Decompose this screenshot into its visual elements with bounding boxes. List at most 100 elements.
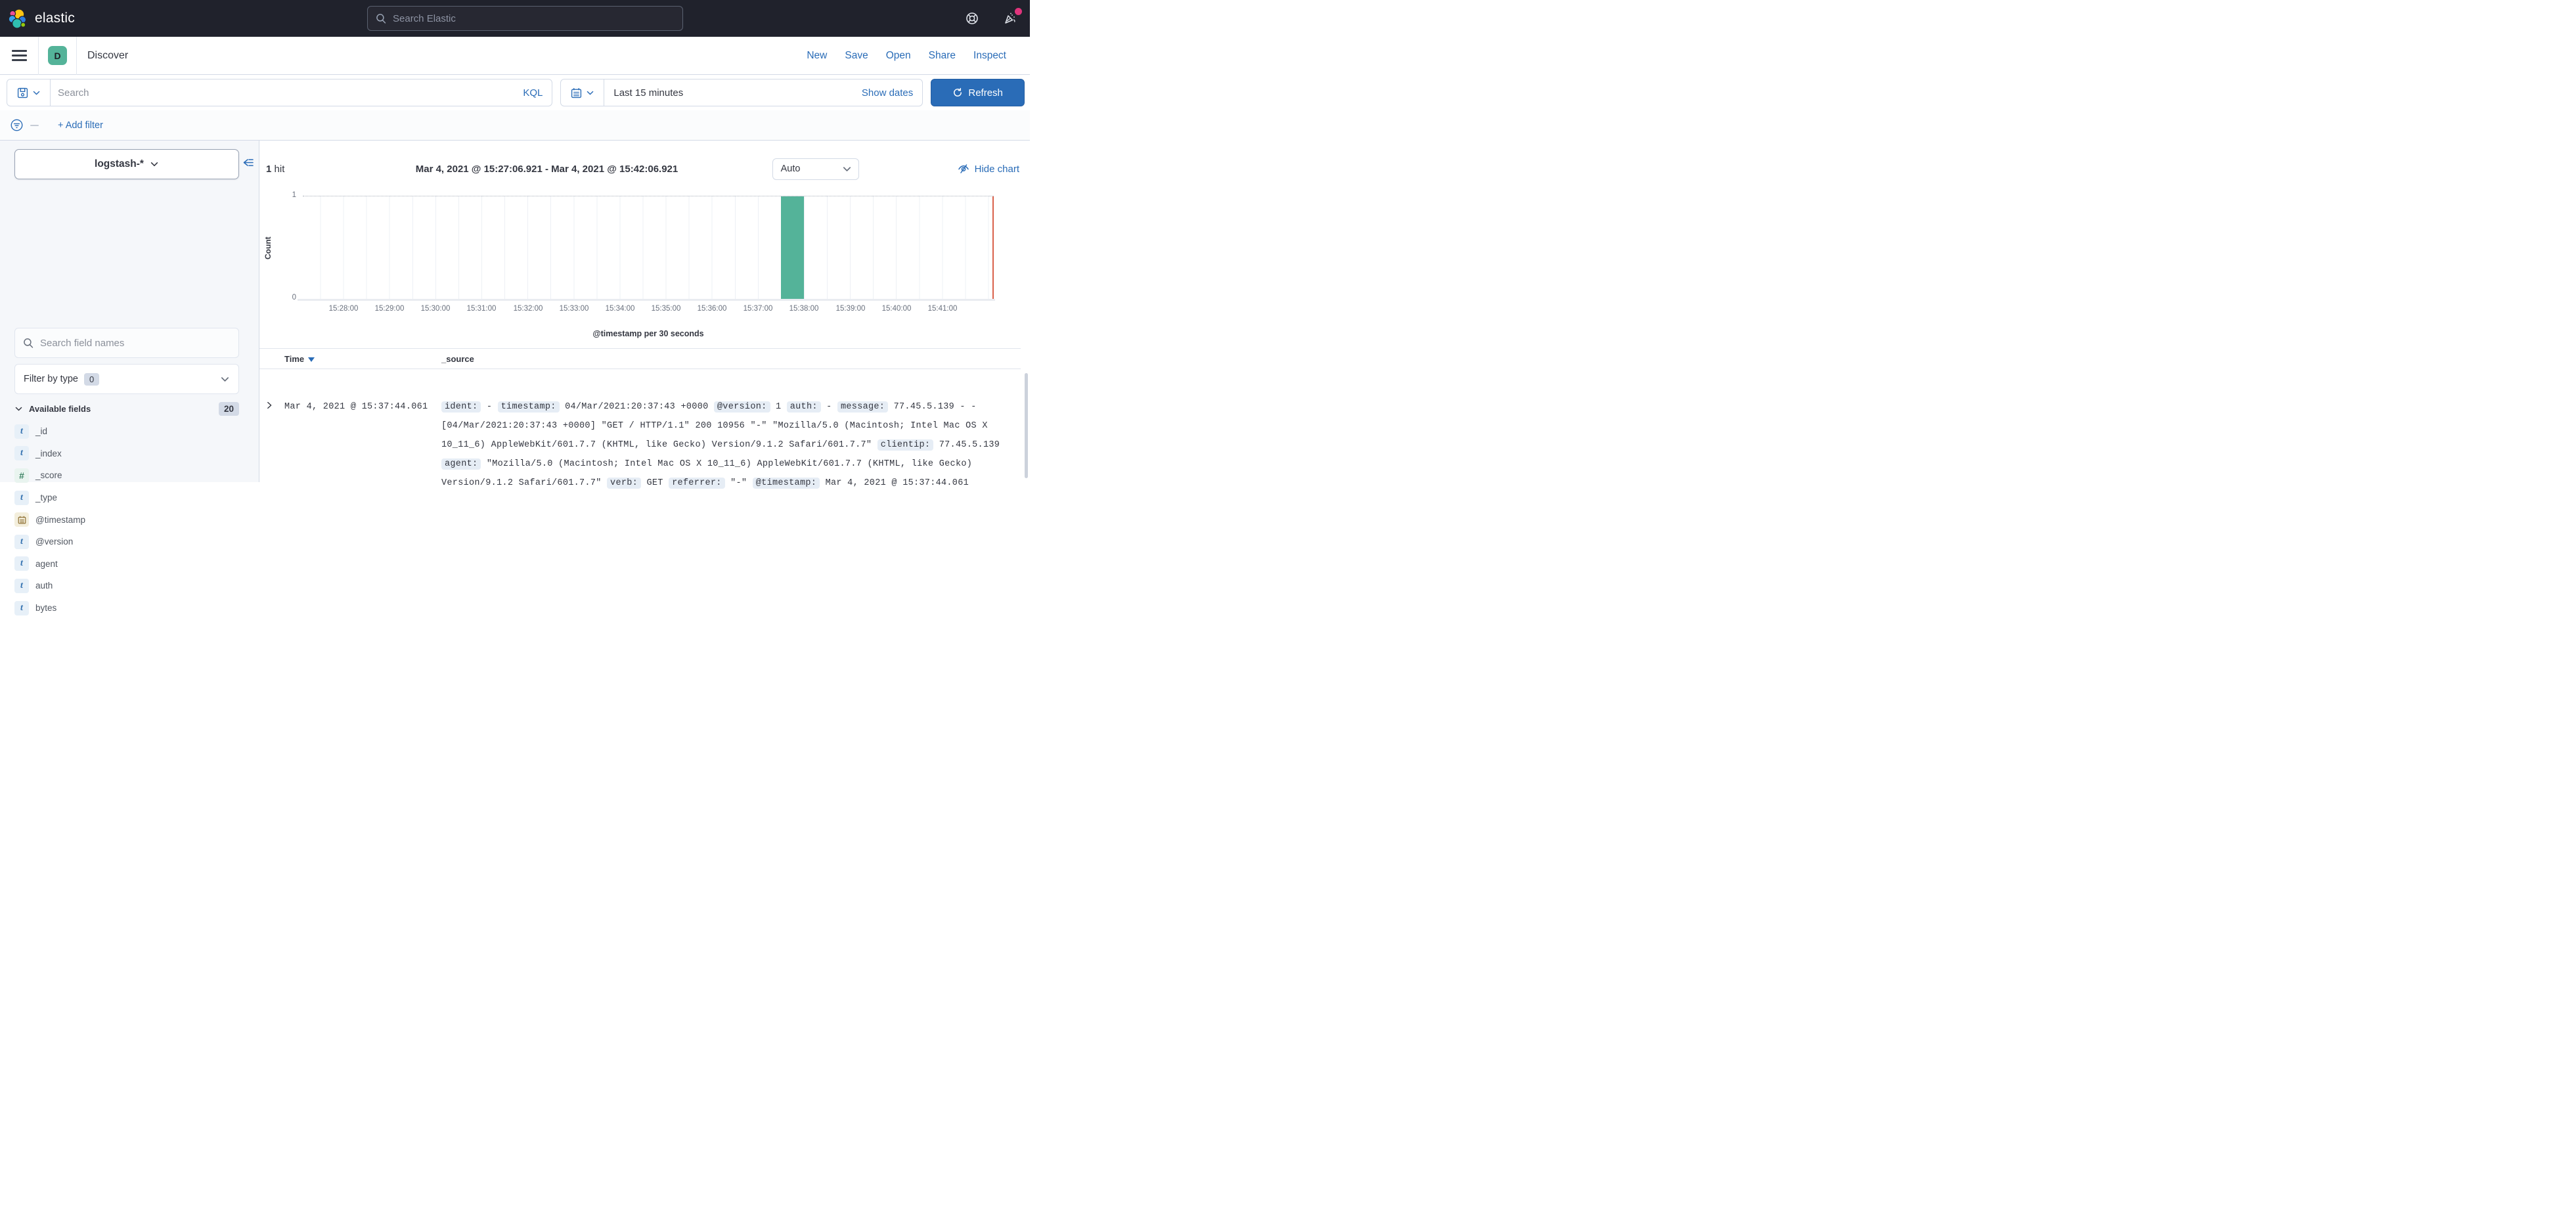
add-filter-button[interactable]: + Add filter (58, 120, 103, 131)
hide-chart-button[interactable]: Hide chart (958, 164, 1019, 175)
field-item[interactable]: @timestamp (14, 508, 239, 531)
field-label-badge: ident: (441, 401, 481, 413)
query-bar: Search KQL Last 15 minutes Show dates (0, 75, 1030, 110)
discover-main: 1 hit Mar 4, 2021 @ 15:27:06.921 - Mar 4… (259, 141, 1030, 482)
column-header-time[interactable]: Time (284, 349, 315, 370)
kql-toggle[interactable]: KQL (523, 87, 552, 99)
hit-count: 1 hit (266, 164, 284, 175)
notification-dot (1015, 8, 1022, 15)
menu-hamburger-icon[interactable] (12, 50, 27, 61)
number-token-icon: # (14, 468, 29, 483)
histogram-plot[interactable] (303, 196, 994, 299)
brand-wordmark: elastic (35, 11, 75, 26)
chevron-right-icon (265, 401, 274, 410)
row-time-cell: Mar 4, 2021 @ 15:37:44.061 (284, 402, 428, 412)
global-header-actions (966, 0, 1030, 37)
string-token-icon: t (14, 579, 29, 593)
expand-row-button[interactable] (265, 401, 274, 410)
field-label-badge: message: (837, 401, 888, 413)
global-search-placeholder: Search Elastic (393, 13, 456, 24)
elastic-logo-icon (8, 8, 30, 30)
show-dates-button[interactable]: Show dates (862, 87, 922, 99)
query-search-input[interactable]: Search (51, 87, 523, 99)
save-button[interactable]: Save (845, 50, 868, 62)
eye-closed-icon (958, 164, 969, 174)
x-axis-label: @timestamp per 30 seconds (303, 329, 994, 338)
field-item[interactable]: t agent (14, 553, 239, 575)
inspect-button[interactable]: Inspect (973, 50, 1006, 62)
query-input-group: Search KQL (7, 79, 552, 106)
query-search-placeholder: Search (58, 87, 89, 99)
chevron-down-icon (220, 374, 230, 384)
string-token-icon: t (14, 491, 29, 505)
field-item[interactable]: t auth (14, 575, 239, 597)
saved-query-menu-button[interactable] (7, 79, 51, 106)
string-token-icon: t (14, 535, 29, 549)
table-body: Mar 4, 2021 @ 15:37:44.061 ident: - time… (259, 369, 1021, 487)
help-lifering-icon (966, 12, 979, 25)
refresh-label: Refresh (968, 87, 1003, 99)
discover-app-badge[interactable]: D (48, 46, 67, 65)
string-token-icon: t (14, 556, 29, 571)
available-fields-count-badge: 20 (219, 402, 239, 416)
string-token-icon: t (14, 601, 29, 615)
global-search-input[interactable]: Search Elastic (367, 6, 683, 31)
chevron-down-icon (842, 164, 852, 174)
field-list: t _id t _index # _score t _type (14, 420, 239, 619)
app-header: D Discover New Save Open Share Inspect (0, 37, 1030, 75)
results-header: 1 hit Mar 4, 2021 @ 15:27:06.921 - Mar 4… (266, 158, 1019, 180)
field-item[interactable]: t _id (14, 420, 239, 443)
page-title: Discover (87, 50, 128, 62)
elastic-brand[interactable]: elastic (0, 8, 75, 30)
column-header-source: _source (441, 349, 474, 370)
filter-by-type-label: Filter by type (24, 374, 78, 384)
field-label-badge: timestamp: (498, 401, 560, 413)
field-label-badge: verb: (607, 478, 641, 489)
collapse-sidebar-button[interactable] (242, 158, 254, 168)
filter-by-type-select[interactable]: Filter by type 0 (14, 364, 239, 394)
share-button[interactable]: Share (929, 50, 956, 62)
header-divider (76, 37, 77, 75)
y-axis-label: Count (263, 236, 273, 259)
content-area: logstash-* Search field names (0, 141, 1030, 482)
field-label-badge: @timestamp: (753, 478, 820, 489)
new-button[interactable]: New (807, 50, 827, 62)
x-axis-tick-labels: 15:28:00 15:29:00 15:30:00 15:31:00 15:3… (303, 305, 994, 315)
refresh-button[interactable]: Refresh (931, 79, 1025, 106)
x-axis-line (298, 299, 995, 301)
chevron-down-icon (586, 89, 594, 97)
open-button[interactable]: Open (886, 50, 911, 62)
string-token-icon: t (14, 446, 29, 460)
field-label-badge: referrer: (669, 478, 725, 489)
top-nav: New Save Open Share Inspect (807, 50, 1006, 62)
help-button[interactable] (966, 12, 979, 25)
search-icon (23, 338, 34, 349)
index-pattern-select[interactable]: logstash-* (14, 149, 239, 179)
interval-select[interactable]: Auto (772, 158, 859, 180)
field-item[interactable]: t @version (14, 531, 239, 553)
current-time-marker (992, 196, 994, 299)
field-label-badge: agent: (441, 458, 481, 470)
field-item[interactable]: t _type (14, 487, 239, 509)
sort-desc-icon (308, 357, 315, 362)
kibana-discover-screen: elastic Search Elastic (0, 0, 1030, 482)
time-range-value[interactable]: Last 15 minutes (604, 87, 683, 99)
available-fields-header[interactable]: Available fields 20 (14, 402, 239, 416)
field-label-badge: @version: (714, 401, 770, 413)
filter-by-type-count-badge: 0 (84, 373, 99, 386)
date-quick-menu-button[interactable] (561, 79, 604, 106)
field-search-input[interactable]: Search field names (14, 328, 239, 358)
field-item[interactable]: # _score (14, 464, 239, 487)
date-picker-group: Last 15 minutes Show dates (560, 79, 923, 106)
field-item[interactable]: t _index (14, 443, 239, 465)
filter-icon[interactable] (11, 119, 23, 131)
collapse-left-icon (242, 158, 254, 168)
table-header: Time _source (259, 348, 1021, 369)
field-item[interactable]: t bytes (14, 597, 239, 619)
vertical-scrollbar[interactable] (1025, 373, 1028, 478)
chevron-down-icon (14, 405, 23, 413)
histogram-bar[interactable] (781, 196, 804, 299)
refresh-icon (952, 87, 963, 98)
newsfeed-button[interactable] (1003, 11, 1017, 26)
documents-table: Time _source Mar 4, 2021 @ 15:37:44.061 … (259, 348, 1021, 487)
